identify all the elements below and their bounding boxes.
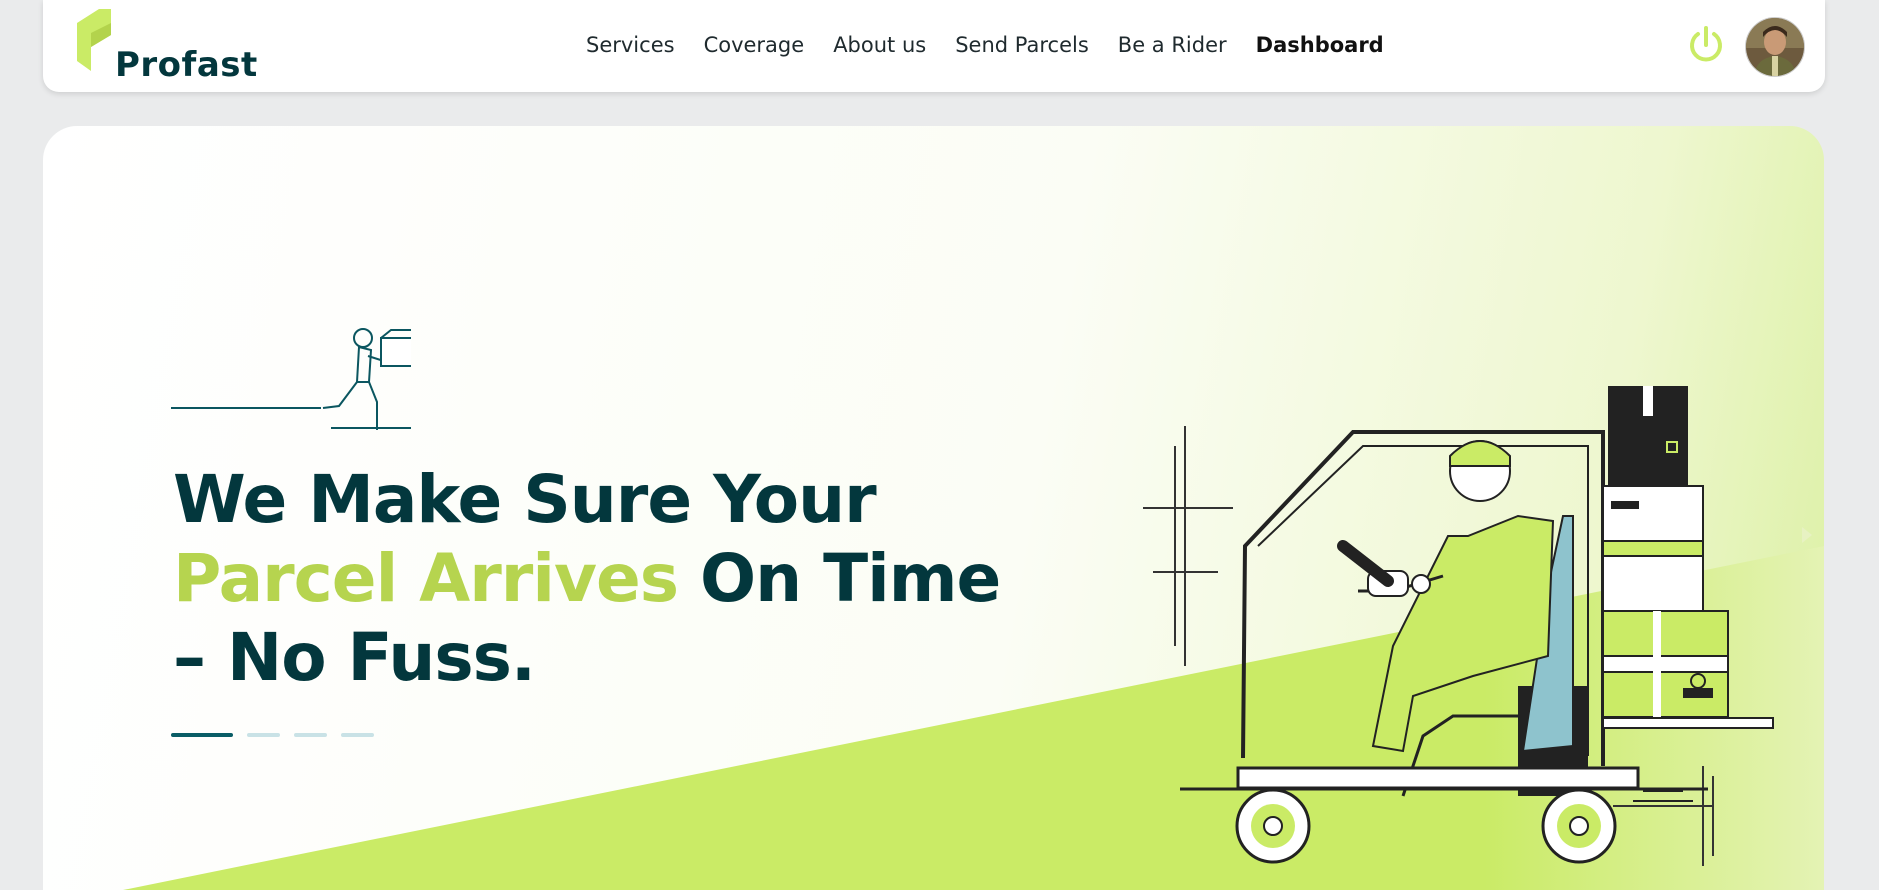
nav-coverage[interactable]: Coverage <box>704 33 805 57</box>
brand-name: Profast <box>115 45 258 85</box>
profile-photo <box>1746 18 1804 76</box>
nav-dashboard[interactable]: Dashboard <box>1256 33 1384 57</box>
headline-line1: We Make Sure Your <box>173 461 877 538</box>
nav-about-us[interactable]: About us <box>833 33 926 57</box>
nav-send-parcels[interactable]: Send Parcels <box>955 33 1089 57</box>
hero-headline: We Make Sure Your Parcel Arrives On Time… <box>173 460 1001 697</box>
slide-indicators <box>171 733 388 737</box>
nav-be-a-rider[interactable]: Be a Rider <box>1118 33 1227 57</box>
brand-logo[interactable]: Profast <box>77 9 257 85</box>
delivery-cart-illustration <box>1143 386 1774 866</box>
logout-button[interactable] <box>1686 25 1726 65</box>
chevron-right-icon[interactable] <box>1798 521 1818 549</box>
courier-runner-illustration <box>171 328 411 430</box>
hero-banner: We Make Sure Your Parcel Arrives On Time… <box>43 126 1824 890</box>
slide-dot-1[interactable] <box>171 733 233 737</box>
top-navbar: Profast Services Coverage About us Send … <box>43 0 1825 92</box>
headline-line2-rest: On Time <box>678 540 1001 617</box>
headline-accent: Parcel Arrives <box>173 540 679 617</box>
slide-dot-4[interactable] <box>341 733 374 737</box>
user-avatar[interactable] <box>1745 17 1805 77</box>
nav-services[interactable]: Services <box>586 33 675 57</box>
power-icon <box>1690 26 1722 62</box>
slide-dot-2[interactable] <box>247 733 280 737</box>
headline-line3: – No Fuss. <box>173 619 536 696</box>
slide-dot-3[interactable] <box>294 733 327 737</box>
main-nav: Services Coverage About us Send Parcels … <box>586 33 1413 57</box>
